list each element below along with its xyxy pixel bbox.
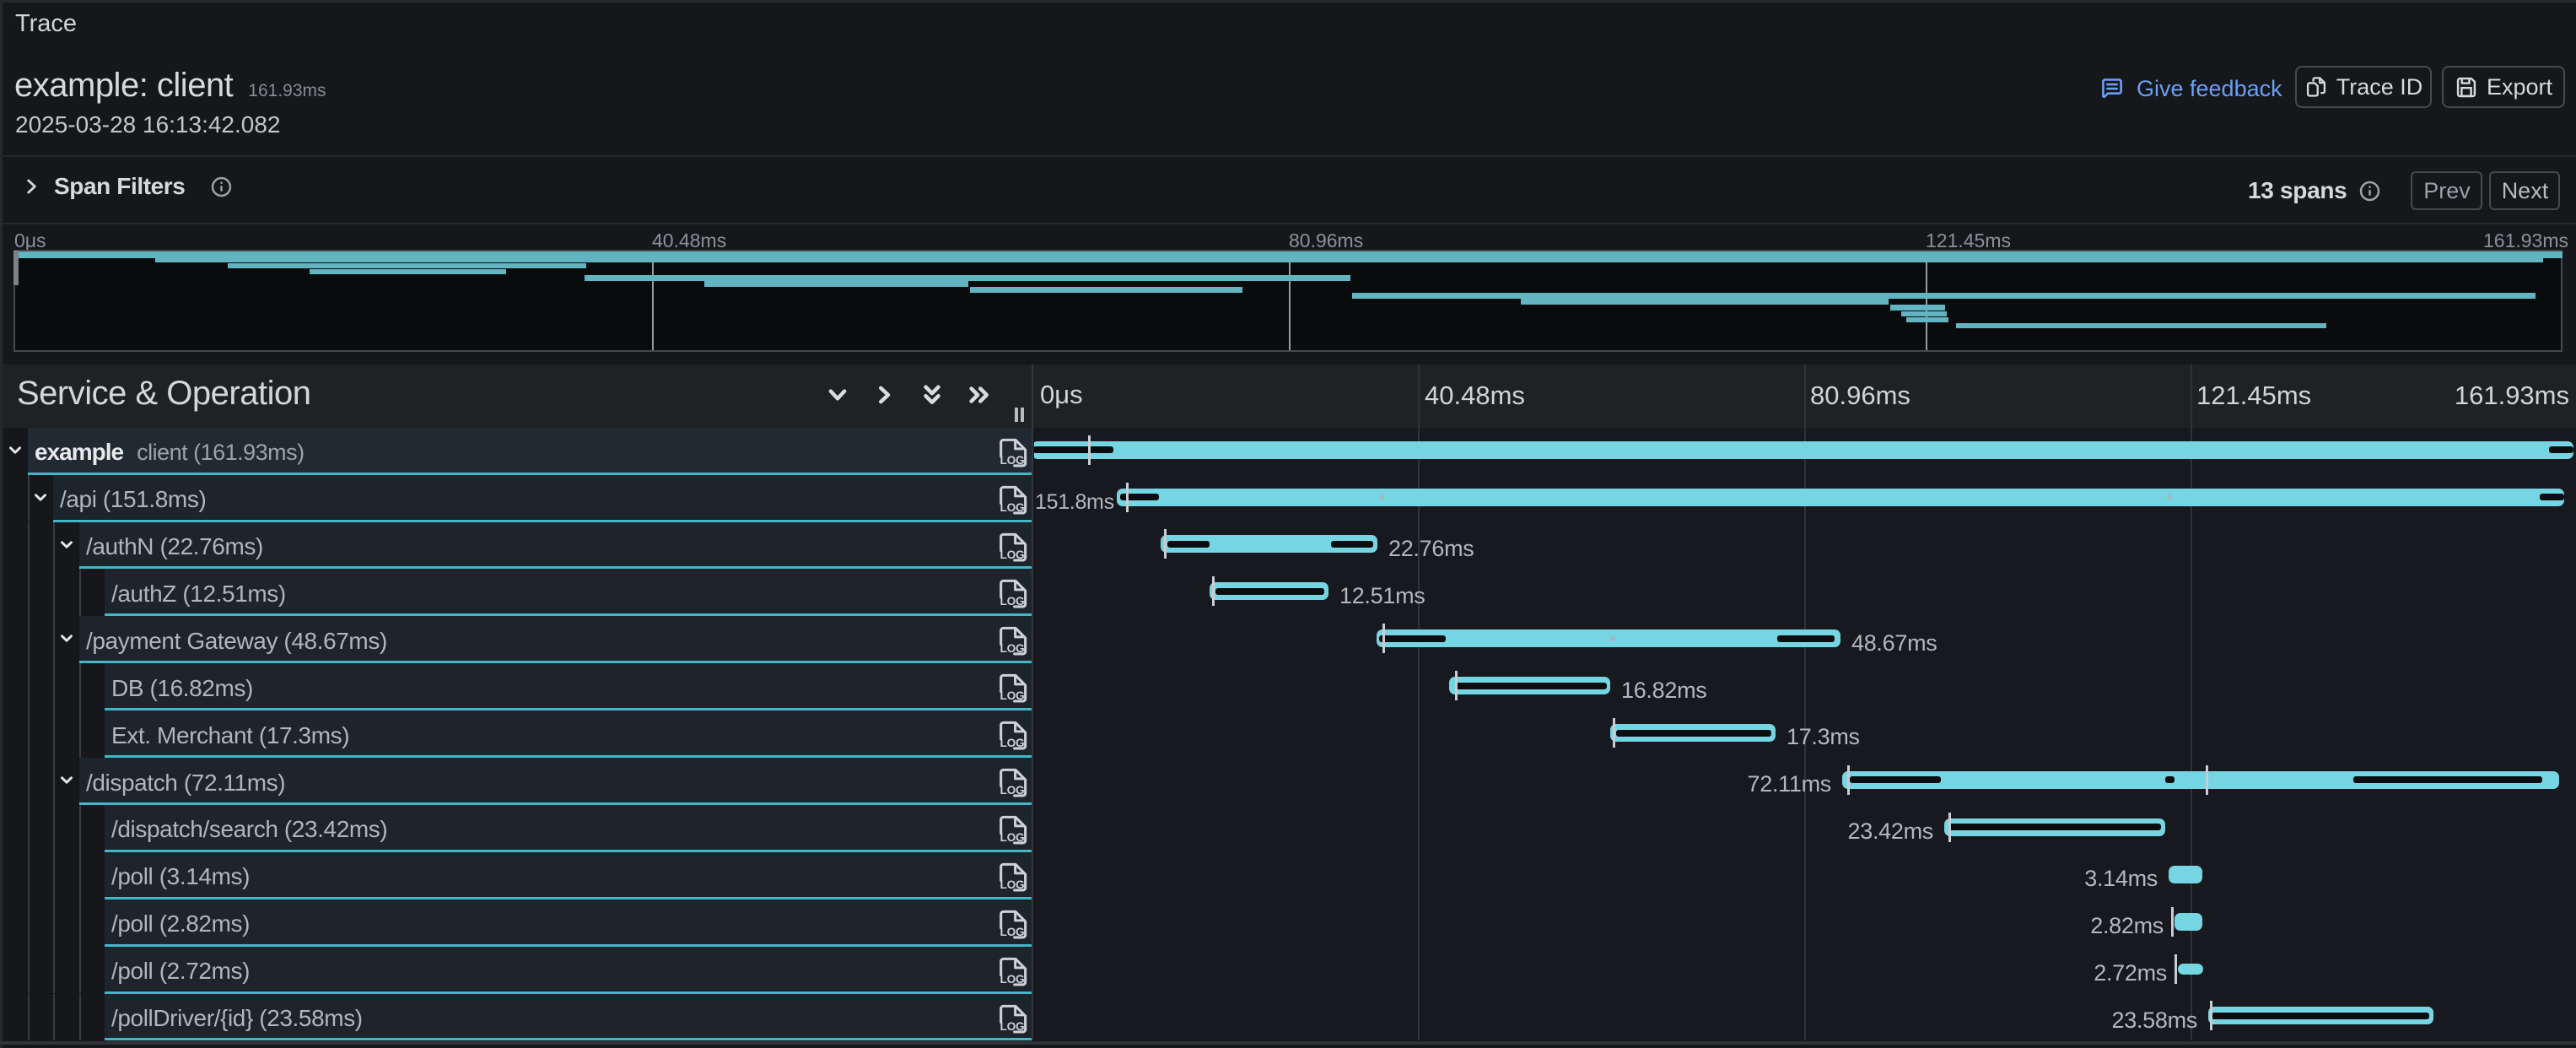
svg-text:LOG: LOG	[1000, 926, 1025, 938]
svg-text:LOG: LOG	[1000, 831, 1025, 844]
svg-text:LOG: LOG	[1000, 548, 1025, 560]
svg-text:LOG: LOG	[1000, 737, 1025, 749]
svg-text:LOG: LOG	[1000, 500, 1025, 513]
svg-text:LOG: LOG	[1000, 878, 1025, 891]
svg-text:LOG: LOG	[1000, 595, 1025, 608]
svg-text:LOG: LOG	[1000, 1019, 1025, 1032]
svg-text:LOG: LOG	[1000, 642, 1025, 655]
svg-text:LOG: LOG	[1000, 454, 1025, 467]
svg-text:LOG: LOG	[1000, 972, 1025, 985]
svg-text:LOG: LOG	[1000, 689, 1025, 702]
svg-text:LOG: LOG	[1000, 784, 1025, 797]
